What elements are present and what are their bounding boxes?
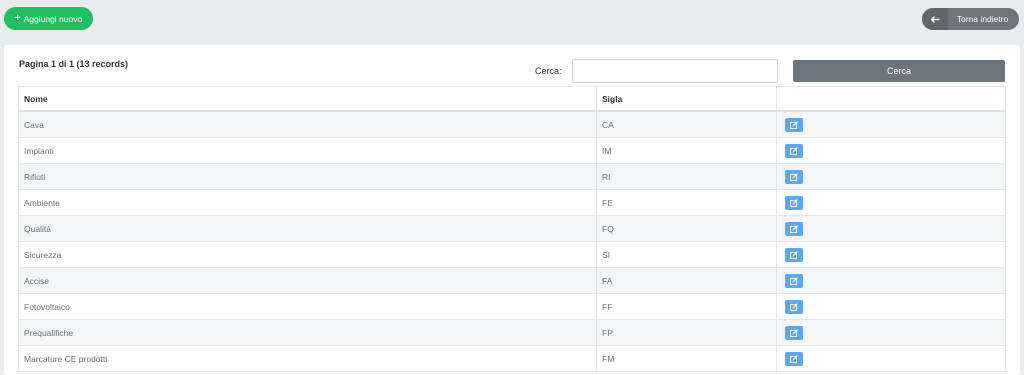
edit-button[interactable] xyxy=(785,273,803,288)
table-row: Impianti IM xyxy=(18,137,1006,164)
edit-icon xyxy=(790,250,798,259)
cell-nome: Impianti xyxy=(18,137,597,164)
table-row: Fotovoltaico FF xyxy=(18,293,1006,320)
cell-nome: Qualità xyxy=(18,215,597,242)
cell-sigla: CA xyxy=(596,110,777,138)
edit-icon xyxy=(790,120,798,129)
table-row: Qualità FQ xyxy=(18,215,1006,242)
cell-nome: Prequalifiche xyxy=(18,319,597,346)
add-new-label: Aggiungi nuovo xyxy=(23,13,83,24)
edit-button[interactable] xyxy=(785,169,803,184)
column-header-actions xyxy=(776,86,1006,112)
back-arrow-icon xyxy=(922,8,948,30)
cell-actions xyxy=(776,110,1006,138)
plus-icon: + xyxy=(14,12,21,24)
edit-button[interactable] xyxy=(785,299,803,314)
cell-nome: Cava xyxy=(18,110,597,138)
table-row: Cava CA xyxy=(18,110,1006,138)
add-new-button[interactable]: + Aggiungi nuovo xyxy=(4,7,93,30)
cell-nome: Rifiuti xyxy=(18,163,597,190)
cell-sigla: FF xyxy=(596,293,777,320)
cell-actions xyxy=(776,189,1006,216)
search-label: Cerca: xyxy=(535,66,562,76)
edit-button[interactable] xyxy=(785,325,803,340)
edit-icon xyxy=(790,198,798,207)
cell-actions xyxy=(776,137,1006,164)
cell-sigla: FA xyxy=(596,267,777,294)
records-table: Nome Sigla Cava CA Impianti IM Rifiuti RI Ambi… xyxy=(18,86,1006,372)
list-card: Pagina 1 di 1 (13 records) Cerca: Cerca … xyxy=(4,45,1020,375)
cell-sigla: RI xyxy=(596,163,777,190)
cell-nome: Ambiente xyxy=(18,189,597,216)
edit-icon xyxy=(790,354,798,363)
back-label: Torna indietro xyxy=(956,14,1009,24)
table-row: Prequalifiche FP xyxy=(18,319,1006,346)
cell-actions xyxy=(776,215,1006,242)
table-row: Accise FA xyxy=(18,267,1006,294)
cell-actions xyxy=(776,163,1006,190)
cell-actions xyxy=(776,345,1006,372)
edit-icon xyxy=(790,328,798,337)
edit-button[interactable] xyxy=(785,221,803,236)
cell-actions xyxy=(776,293,1006,320)
edit-button[interactable] xyxy=(785,247,803,262)
table-row: Ambiente FE xyxy=(18,189,1006,216)
cell-nome: Accise xyxy=(18,267,597,294)
table-row: Rifiuti RI xyxy=(18,163,1006,190)
edit-button[interactable] xyxy=(785,351,803,366)
back-button[interactable]: Torna indietro xyxy=(922,8,1019,30)
edit-icon xyxy=(790,224,798,233)
cell-nome: Sicurezza xyxy=(18,241,597,268)
search-button[interactable]: Cerca xyxy=(793,60,1005,82)
cell-sigla: FM xyxy=(596,345,777,372)
cell-sigla: SI xyxy=(596,241,777,268)
edit-button[interactable] xyxy=(785,143,803,158)
pagination-info: Pagina 1 di 1 (13 records) xyxy=(19,59,129,69)
cell-actions xyxy=(776,241,1006,268)
edit-icon xyxy=(790,146,798,155)
table-row: Marcature CE prodotti FM xyxy=(18,345,1006,372)
column-header-nome[interactable]: Nome xyxy=(18,86,597,112)
table-header-row: Nome Sigla xyxy=(18,86,1006,112)
cell-sigla: FE xyxy=(596,189,777,216)
cell-actions xyxy=(776,267,1006,294)
cell-nome: Fotovoltaico xyxy=(18,293,597,320)
edit-button[interactable] xyxy=(785,117,803,132)
edit-icon xyxy=(790,276,798,285)
column-header-sigla[interactable]: Sigla xyxy=(596,86,777,112)
edit-icon xyxy=(790,302,798,311)
cell-nome: Marcature CE prodotti xyxy=(18,345,597,372)
cell-actions xyxy=(776,319,1006,346)
cell-sigla: FP xyxy=(596,319,777,346)
edit-button[interactable] xyxy=(785,195,803,210)
table-row: Sicurezza SI xyxy=(18,241,1006,268)
edit-icon xyxy=(790,172,798,181)
cell-sigla: FQ xyxy=(596,215,777,242)
cell-sigla: IM xyxy=(596,137,777,164)
search-input[interactable] xyxy=(572,59,778,83)
